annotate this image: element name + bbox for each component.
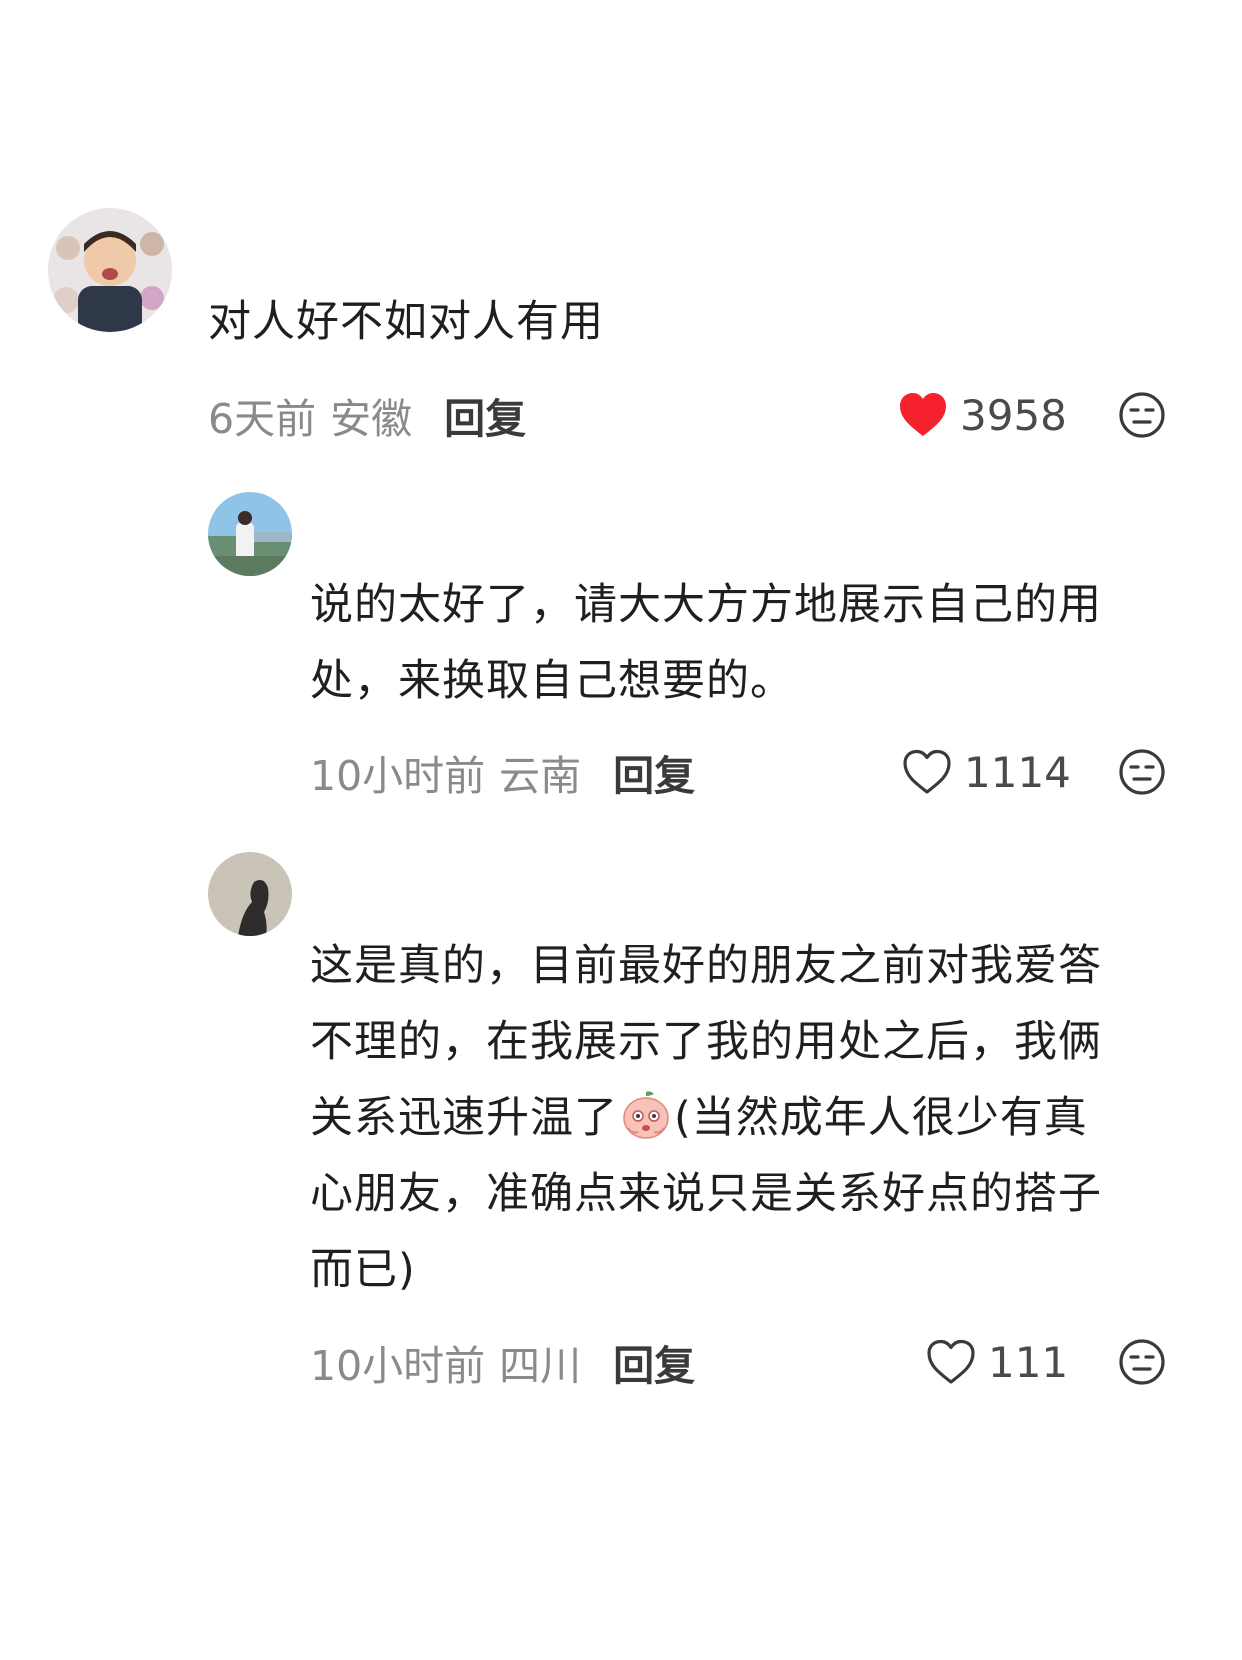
like-button[interactable]: 111	[926, 1332, 1068, 1392]
comment-meta: 10小时前 云南 回复	[310, 742, 695, 802]
like-count: 3958	[960, 390, 1067, 440]
comment-location: 安徽	[330, 395, 413, 443]
comment-line: 处，来换取自己想要的。	[310, 656, 794, 706]
heart-outline-icon	[903, 749, 951, 794]
comment-meta: 10小时前 四川 回复	[310, 1332, 695, 1392]
avatar-comment-3[interactable]	[208, 852, 292, 936]
reply-button[interactable]: 回复	[613, 742, 695, 802]
like-button[interactable]: 1114	[902, 742, 1071, 802]
comment-time: 10小时前	[310, 752, 486, 800]
reply-button[interactable]: 回复	[444, 385, 526, 445]
comment-line: 不理的，在我展示了我的用处之后，我俩	[310, 1017, 1102, 1067]
avatar-comment-2[interactable]	[208, 492, 292, 576]
comment-line: 这是真的，目前最好的朋友之前对我爱答	[310, 941, 1102, 991]
dislike-face-icon	[1119, 749, 1165, 795]
like-count: 111	[988, 1337, 1069, 1387]
like-count: 1114	[964, 747, 1071, 797]
like-button[interactable]: 3958	[898, 385, 1067, 445]
comment-line: 而已)	[310, 1245, 416, 1295]
comment-location: 云南	[499, 752, 582, 800]
dislike-face-icon	[1119, 392, 1165, 438]
comment-text: 这是真的，目前最好的朋友之前对我爱答 不理的，在我展示了我的用处之后，我俩 关系…	[310, 928, 1210, 1308]
heart-outline-icon	[927, 1339, 975, 1384]
comment-line-with-sticker: 关系迅速升温了 (当然成年人很少有真	[310, 1080, 1210, 1156]
comment-line: 心朋友，准确点来说只是关系好点的搭子	[310, 1169, 1102, 1219]
comment-line-part: (当然成年人很少有真	[674, 1093, 1088, 1143]
comment-time: 6天前	[208, 395, 317, 443]
comment-text: 对人好不如对人有用	[208, 297, 604, 347]
comment-line-part: 关系迅速升温了	[310, 1093, 618, 1143]
comment-time: 10小时前	[310, 1342, 486, 1390]
dislike-button[interactable]	[1118, 391, 1166, 439]
heart-filled-icon	[900, 393, 946, 436]
reply-button[interactable]: 回复	[613, 1332, 695, 1392]
comment-line: 说的太好了，请大大方方地展示自己的用	[310, 580, 1102, 630]
comment-text: 说的太好了，请大大方方地展示自己的用 处，来换取自己想要的。	[310, 567, 1210, 719]
dislike-face-icon	[1119, 1339, 1165, 1385]
comment-meta: 6天前 安徽 回复	[208, 385, 526, 445]
avatar-comment-1[interactable]	[48, 208, 172, 332]
dislike-button[interactable]	[1118, 748, 1166, 796]
comment-location: 四川	[499, 1342, 582, 1390]
peach-sticker-icon	[620, 1088, 672, 1140]
dislike-button[interactable]	[1118, 1338, 1166, 1386]
